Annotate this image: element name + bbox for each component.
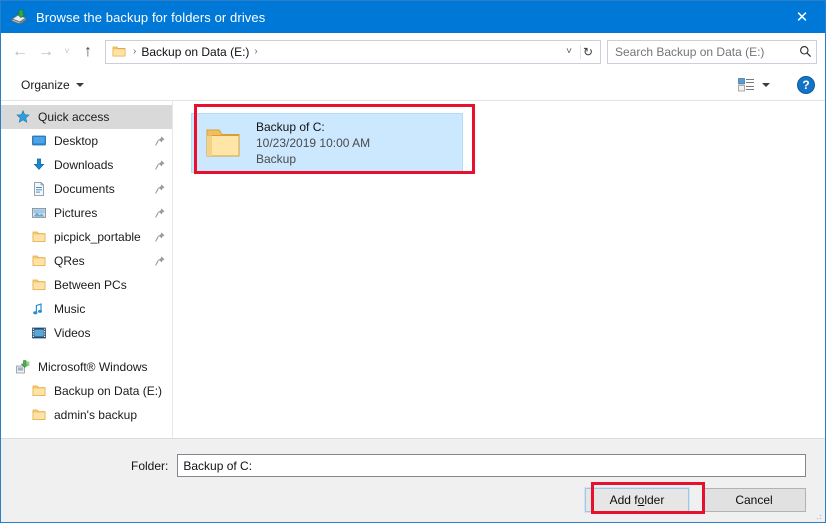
- sidebar-item-documents[interactable]: Documents: [1, 177, 172, 201]
- sidebar-item-label: Between PCs: [54, 278, 127, 292]
- pin-icon[interactable]: [154, 183, 166, 195]
- file-type: Backup: [256, 152, 297, 166]
- windows-backup-icon: [15, 359, 31, 375]
- breadcrumb-separator-trailing[interactable]: ›: [249, 46, 262, 57]
- title-bar: Browse the backup for folders or drives …: [1, 1, 825, 33]
- sidebar-item-label: Music: [54, 302, 86, 316]
- close-icon[interactable]: ✕: [779, 1, 825, 33]
- sidebar-item-pictures[interactable]: Pictures: [1, 201, 172, 225]
- resize-grip[interactable]: [812, 510, 822, 520]
- folder-label: Folder:: [131, 458, 169, 473]
- folder-icon: [31, 277, 47, 293]
- back-icon[interactable]: ←: [7, 39, 33, 65]
- pin-icon[interactable]: [154, 231, 166, 243]
- add-folder-label-suffix: lder: [644, 493, 665, 507]
- sidebar-item-label: Downloads: [54, 158, 114, 172]
- file-list-item-backup-of-c[interactable]: Backup of C: 10/23/2019 10:00 AM Backup: [191, 113, 463, 173]
- organize-button[interactable]: Organize: [15, 75, 90, 95]
- sidebar-item-qres[interactable]: QRes: [1, 249, 172, 273]
- browse-backup-dialog: Browse the backup for folders or drives …: [0, 0, 826, 523]
- sidebar-item-label: picpick_portable: [54, 230, 141, 244]
- window-title: Browse the backup for folders or drives: [36, 9, 266, 25]
- documents-icon: [31, 181, 47, 197]
- sidebar-item-between-pcs[interactable]: Between PCs: [1, 273, 172, 297]
- star-icon: [15, 109, 31, 125]
- desktop-icon: [31, 133, 47, 149]
- sidebar-item-label: admin's backup: [54, 408, 138, 422]
- chevron-down-icon: [762, 83, 770, 87]
- add-folder-button[interactable]: Add f o lder: [584, 487, 690, 513]
- file-date: 10/23/2019 10:00 AM: [256, 136, 371, 150]
- downloads-icon: [31, 157, 47, 173]
- chevron-down-icon: [75, 83, 84, 87]
- sidebar-item-label: Videos: [54, 326, 91, 340]
- add-folder-label-accel: o: [637, 493, 645, 507]
- sidebar-item-videos[interactable]: Videos: [1, 321, 172, 345]
- sidebar-group-separator: [1, 345, 172, 355]
- address-bar[interactable]: › Backup on Data (E:) › ˅ ↻: [105, 39, 601, 64]
- folder-icon: [31, 407, 47, 423]
- sidebar-item-desktop[interactable]: Desktop: [1, 129, 172, 153]
- forward-icon[interactable]: →: [33, 39, 59, 65]
- folder-icon: [112, 45, 126, 58]
- backup-icon: [10, 8, 28, 26]
- file-name: Backup of C:: [256, 120, 325, 134]
- dialog-body: Quick access Desktop Downloads Documents…: [1, 101, 825, 438]
- search-icon[interactable]: [794, 45, 816, 58]
- folder-input[interactable]: [177, 454, 806, 477]
- sidebar-item-label: Documents: [54, 182, 115, 196]
- file-item-details: Backup of C: 10/23/2019 10:00 AM Backup: [256, 120, 370, 166]
- sidebar-item-label: Backup on Data (E:): [54, 384, 163, 398]
- sidebar-item-label: Pictures: [54, 206, 98, 220]
- sidebar-item-admins-backup[interactable]: admin's backup: [1, 403, 172, 427]
- sidebar-item-label: QRes: [54, 254, 85, 268]
- help-button[interactable]: ?: [797, 76, 815, 94]
- pin-icon[interactable]: [154, 255, 166, 267]
- pictures-icon: [31, 205, 47, 221]
- breadcrumb-item-drive[interactable]: Backup on Data (E:): [141, 45, 249, 59]
- sidebar-item-music[interactable]: Music: [1, 297, 172, 321]
- pin-icon[interactable]: [154, 207, 166, 219]
- sidebar-item-label: Desktop: [54, 134, 99, 148]
- file-list-area[interactable]: Backup of C: 10/23/2019 10:00 AM Backup: [173, 101, 825, 438]
- navigation-sidebar: Quick access Desktop Downloads Documents…: [1, 101, 173, 438]
- sidebar-item-picpick-portable[interactable]: picpick_portable: [1, 225, 172, 249]
- view-layout-icon: [738, 78, 755, 92]
- sidebar-item-label: Quick access: [38, 110, 110, 124]
- chevron-down-icon[interactable]: ˅: [558, 46, 580, 57]
- sidebar-item-label: Microsoft® Windows: [38, 360, 148, 374]
- refresh-icon[interactable]: ↻: [579, 44, 600, 59]
- folder-icon: [31, 229, 47, 245]
- organize-label: Organize: [21, 78, 70, 92]
- dialog-footer: Folder: Add folder Cancel: [1, 438, 825, 522]
- change-view-button[interactable]: [733, 75, 775, 95]
- sidebar-item-quick-access[interactable]: Quick access: [1, 105, 172, 129]
- sidebar-item-backup-on-data-e[interactable]: Backup on Data (E:): [1, 379, 172, 403]
- recent-locations-icon[interactable]: ˅: [59, 39, 75, 65]
- folder-field-row: Folder:: [1, 439, 825, 477]
- videos-icon: [31, 325, 47, 341]
- folder-icon: [204, 126, 242, 160]
- breadcrumb-separator: ›: [133, 46, 137, 57]
- footer-button-row: Add f o lder Cancel: [1, 477, 825, 513]
- pin-icon[interactable]: [154, 135, 166, 147]
- music-icon: [31, 301, 47, 317]
- folder-icon: [31, 253, 47, 269]
- add-folder-label-prefix: Add f: [609, 493, 638, 507]
- folder-icon: [31, 383, 47, 399]
- search-input[interactable]: [608, 44, 794, 59]
- sidebar-item-microsoft-windows[interactable]: Microsoft® Windows: [1, 355, 172, 379]
- command-toolbar: Organize ?: [1, 70, 825, 101]
- sidebar-item-downloads[interactable]: Downloads: [1, 153, 172, 177]
- cancel-button[interactable]: Cancel: [702, 488, 806, 512]
- navigation-bar: ← → ˅ ↑ › Backup on Data (E:) › ˅ ↻: [1, 33, 825, 70]
- pin-icon[interactable]: [154, 159, 166, 171]
- search-box[interactable]: [607, 39, 817, 64]
- up-icon[interactable]: ↑: [75, 39, 101, 65]
